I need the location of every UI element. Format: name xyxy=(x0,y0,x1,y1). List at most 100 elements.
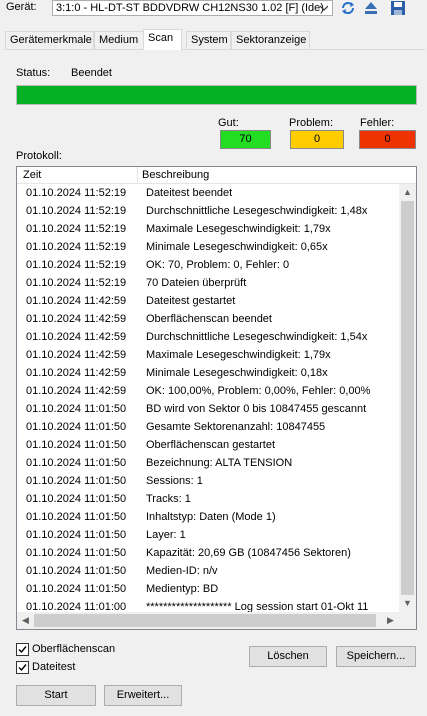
table-row[interactable]: 01.10.2024 11:52:19 Dateitest beendet xyxy=(17,184,398,202)
tab-label: Sektoranzeige xyxy=(236,34,307,46)
table-row[interactable]: 01.10.2024 11:01:50 Gesamte Sektorenanzah… xyxy=(17,418,398,436)
surface-scan-checkbox[interactable] xyxy=(16,642,29,656)
progress-bar xyxy=(16,85,417,105)
tab-system[interactable]: System xyxy=(186,31,231,49)
row-time: 01.10.2024 11:01:50 xyxy=(26,403,127,415)
problem-count-box: 0 xyxy=(290,130,344,149)
horizontal-scroll-thumb[interactable] xyxy=(34,614,376,627)
row-description: Gesamte Sektorenanzahl: 10847455 xyxy=(146,421,326,433)
error-count-box: 0 xyxy=(359,130,416,149)
file-test-checkbox[interactable] xyxy=(16,660,29,674)
row-time: 01.10.2024 11:42:59 xyxy=(26,313,127,325)
table-row[interactable]: 01.10.2024 11:01:50 Oberflächenscan gesta… xyxy=(17,436,398,454)
row-time: 01.10.2024 11:01:50 xyxy=(26,493,127,505)
scroll-right-icon[interactable]: ▶ xyxy=(382,612,399,629)
row-description: Tracks: 1 xyxy=(146,493,191,505)
row-time: 01.10.2024 11:52:19 xyxy=(26,241,127,253)
surface-scan-label: Oberflächenscan xyxy=(32,643,116,655)
table-row[interactable]: 01.10.2024 11:52:19 70 Dateien überprüft xyxy=(17,274,398,292)
scroll-up-icon[interactable]: ▲ xyxy=(399,184,416,201)
row-description: Maximale Lesegeschwindigkeit: 1,79x xyxy=(146,223,331,235)
eject-icon[interactable] xyxy=(362,0,380,16)
row-description: Oberflächenscan beendet xyxy=(146,313,272,325)
row-description: Maximale Lesegeschwindigkeit: 1,79x xyxy=(146,349,331,361)
table-row[interactable]: 01.10.2024 11:42:59 Maximale Lesegeschwin… xyxy=(17,346,398,364)
log-list[interactable]: Zeit Beschreibung 01.10.2024 11:52:19 Dat… xyxy=(16,166,417,630)
status-value: Beendet xyxy=(71,67,112,79)
row-time: 01.10.2024 11:42:59 xyxy=(26,367,127,379)
row-description: Inhaltstyp: Daten (Mode 1) xyxy=(146,511,276,523)
table-row[interactable]: 01.10.2024 11:01:50 Medien-ID: n/v xyxy=(17,562,398,580)
row-description: Minimale Lesegeschwindigkeit: 0,65x xyxy=(146,241,328,253)
table-row[interactable]: 01.10.2024 11:42:59 Dateitest gestartet xyxy=(17,292,398,310)
table-row[interactable]: 01.10.2024 11:01:50 Medientyp: BD xyxy=(17,580,398,598)
row-time: 01.10.2024 11:52:19 xyxy=(26,223,127,235)
file-test-option[interactable]: Dateitest xyxy=(16,659,75,675)
row-description: Kapazität: 20,69 GB (10847456 Sektoren) xyxy=(146,547,351,559)
tab-sektoranzeige[interactable]: Sektoranzeige xyxy=(231,31,310,49)
table-row[interactable]: 01.10.2024 11:52:19 Minimale Lesegeschwin… xyxy=(17,238,398,256)
row-description: Durchschnittliche Lesegeschwindigkeit: 1… xyxy=(146,331,368,343)
start-button[interactable]: Start xyxy=(16,685,96,706)
save-icon[interactable] xyxy=(389,0,407,16)
file-test-label: Dateitest xyxy=(32,661,76,673)
log-label: Protokoll: xyxy=(16,150,62,162)
row-time: 01.10.2024 11:01:50 xyxy=(26,457,127,469)
status-label: Status: xyxy=(16,67,51,79)
row-description: Dateitest beendet xyxy=(146,187,233,199)
table-row[interactable]: 01.10.2024 11:01:50 Sessions: 1 xyxy=(17,472,398,490)
table-row[interactable]: 01.10.2024 11:01:50 Bezeichnung: ALTA TEN… xyxy=(17,454,398,472)
save-button[interactable]: Speichern... xyxy=(336,646,416,667)
table-row[interactable]: 01.10.2024 11:01:50 Inhaltstyp: Daten (Mo… xyxy=(17,508,398,526)
good-count-box: 70 xyxy=(220,130,271,149)
row-time: 01.10.2024 11:52:19 xyxy=(26,187,127,199)
row-time: 01.10.2024 11:01:50 xyxy=(26,421,127,433)
row-time: 01.10.2024 11:42:59 xyxy=(26,385,127,397)
row-time: 01.10.2024 11:42:59 xyxy=(26,349,127,361)
row-description: Medien-ID: n/v xyxy=(146,565,218,577)
row-description: OK: 70, Problem: 0, Fehler: 0 xyxy=(146,259,290,271)
table-row[interactable]: 01.10.2024 11:01:50 Kapazität: 20,69 GB (… xyxy=(17,544,398,562)
column-header-time[interactable]: Zeit xyxy=(17,167,138,184)
table-row[interactable]: 01.10.2024 11:52:19 OK: 70, Problem: 0, F… xyxy=(17,256,398,274)
chevron-down-icon xyxy=(320,5,328,11)
refresh-icon[interactable] xyxy=(339,0,357,16)
horizontal-scrollbar[interactable]: ◀ ▶ xyxy=(17,612,399,629)
table-row[interactable]: 01.10.2024 11:01:50 Layer: 1 xyxy=(17,526,398,544)
extended-button[interactable]: Erweitert... xyxy=(104,685,182,706)
tab-label: System xyxy=(191,34,228,46)
row-description: Minimale Lesegeschwindigkeit: 0,18x xyxy=(146,367,328,379)
table-row[interactable]: 01.10.2024 11:01:50 Tracks: 1 xyxy=(17,490,398,508)
error-label: Fehler: xyxy=(360,117,395,129)
scroll-down-icon[interactable]: ▼ xyxy=(399,595,416,612)
table-row[interactable]: 01.10.2024 11:42:59 Minimale Lesegeschwin… xyxy=(17,364,398,382)
tab-label: Scan xyxy=(148,32,174,44)
table-row[interactable]: 01.10.2024 11:01:50 BD wird von Sektor 0 … xyxy=(17,400,398,418)
vertical-scroll-thumb[interactable] xyxy=(401,201,414,595)
scrollbar-corner xyxy=(399,612,416,629)
surface-scan-option[interactable]: Oberflächenscan xyxy=(16,641,115,657)
row-time: 01.10.2024 11:01:50 xyxy=(26,511,127,523)
device-select[interactable]: 3:1:0 - HL-DT-ST BDDVDRW CH12NS30 1.02 [… xyxy=(52,0,333,16)
row-time: 01.10.2024 11:01:50 xyxy=(26,439,127,451)
good-label: Gut: xyxy=(218,117,239,129)
row-description: OK: 100,00%, Problem: 0,00%, Fehler: 0,0… xyxy=(146,385,371,397)
tab-scan[interactable]: Scan xyxy=(143,29,182,50)
tab-geraetemerkmale[interactable]: Gerätemerkmale xyxy=(5,31,94,49)
table-row[interactable]: 01.10.2024 11:52:19 Maximale Lesegeschwin… xyxy=(17,220,398,238)
table-row[interactable]: 01.10.2024 11:42:59 OK: 100,00%, Problem:… xyxy=(17,382,398,400)
row-time: 01.10.2024 11:52:19 xyxy=(26,205,127,217)
column-header-description[interactable]: Beschreibung xyxy=(138,167,416,184)
row-description: BD wird von Sektor 0 bis 10847455 gescan… xyxy=(146,403,367,415)
row-description: Sessions: 1 xyxy=(146,475,203,487)
checkmark-icon xyxy=(18,645,27,653)
scroll-left-icon[interactable]: ◀ xyxy=(17,612,34,629)
table-row[interactable]: 01.10.2024 11:42:59 Durchschnittliche Les… xyxy=(17,328,398,346)
table-row[interactable]: 01.10.2024 11:42:59 Oberflächenscan beend… xyxy=(17,310,398,328)
table-row[interactable]: 01.10.2024 11:52:19 Durchschnittliche Les… xyxy=(17,202,398,220)
tab-medium[interactable]: Medium xyxy=(94,31,144,49)
row-description: Bezeichnung: ALTA TENSION xyxy=(146,457,293,469)
clear-button[interactable]: Löschen xyxy=(249,646,327,667)
row-time: 01.10.2024 11:42:59 xyxy=(26,331,127,343)
vertical-scrollbar[interactable]: ▲ ▼ xyxy=(399,184,416,612)
